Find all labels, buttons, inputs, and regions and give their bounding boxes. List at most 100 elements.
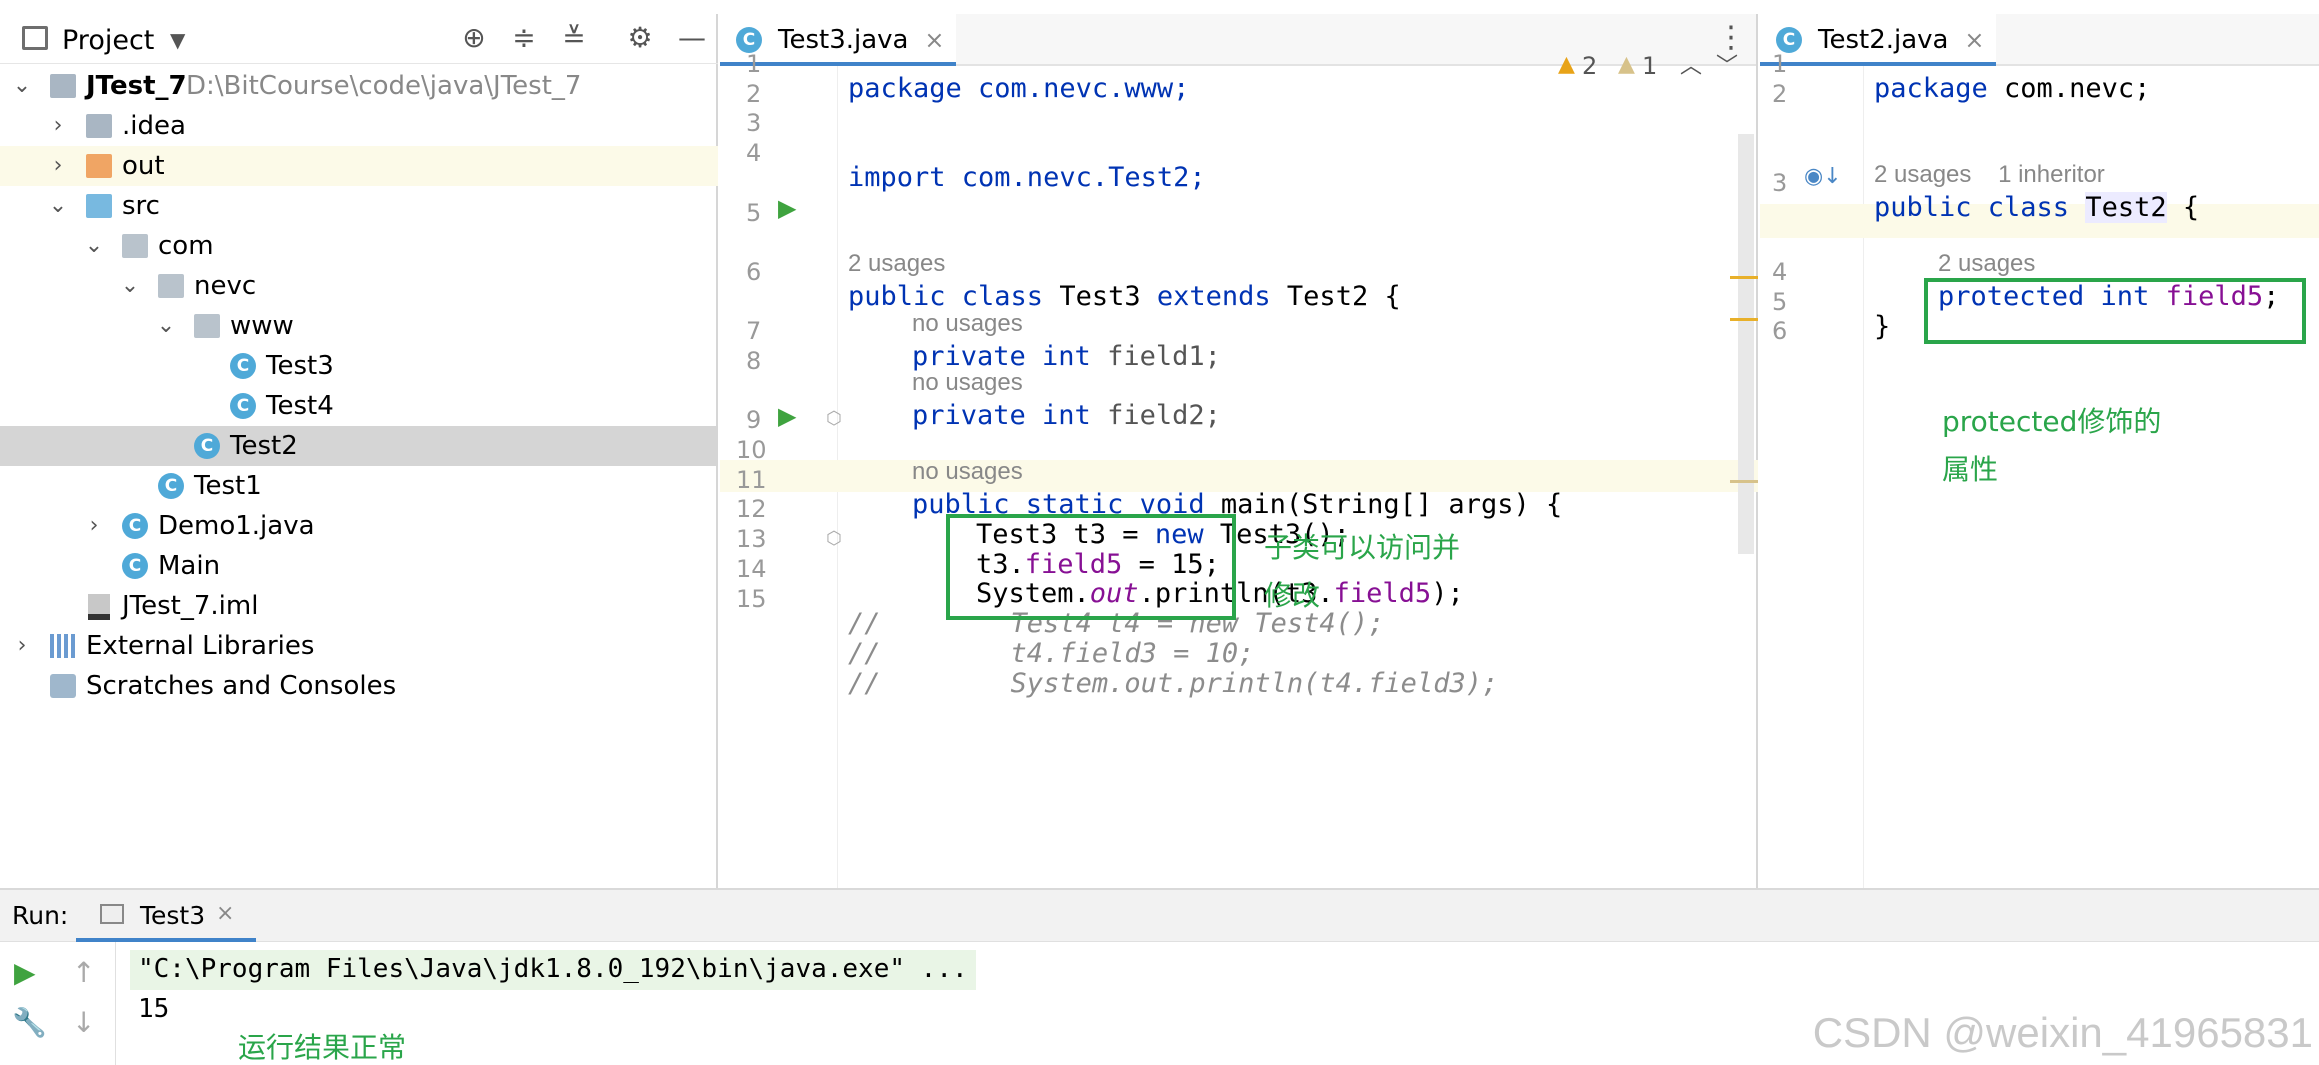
project-title[interactable]: Project — [62, 25, 154, 56]
tree-item-src[interactable]: ⌄ src — [0, 186, 718, 226]
rerun-icon[interactable]: ▶ — [14, 956, 36, 989]
line-number: 7 — [746, 317, 762, 345]
tree-item-test1[interactable]: C Test1 — [0, 466, 718, 506]
warning-stripe[interactable] — [1730, 318, 1758, 321]
line-number: 10 — [736, 436, 767, 464]
implemented-icon[interactable]: ◉↓ — [1804, 164, 1842, 189]
chevron-down-icon[interactable]: ⌄ — [80, 226, 108, 266]
console-output[interactable]: 15 — [138, 994, 169, 1024]
chevron-right-icon[interactable]: › — [80, 506, 108, 546]
code-line-7[interactable]: private int field2; — [912, 399, 1221, 433]
class-icon: C — [122, 513, 148, 539]
run-header: Run: Test3 × — [0, 890, 2319, 942]
usages-hint[interactable]: no usages — [912, 458, 1023, 486]
code-line-3[interactable]: public class Test2 { — [1874, 191, 2199, 225]
tree-item-out[interactable]: › out — [0, 146, 718, 186]
project-panel: Project ▼ ⊕ ≑ ≚ ⚙ — ⌄ JTest_7 D:\BitCour… — [0, 14, 718, 888]
folder-icon — [86, 114, 112, 138]
tree-item-test3[interactable]: C Test3 — [0, 346, 718, 386]
chevron-down-icon[interactable]: ⌄ — [116, 266, 144, 306]
code-line-1[interactable]: package com.nevc.www; — [848, 72, 1189, 106]
fold-icon[interactable]: ⬡ — [826, 408, 842, 429]
tree-item-test2[interactable]: C Test2 — [0, 426, 718, 466]
scratches-icon — [50, 674, 76, 698]
vertical-scrollbar[interactable] — [1738, 134, 1754, 554]
class-icon: C — [122, 553, 148, 579]
wrench-icon[interactable]: 🔧 — [12, 1006, 47, 1039]
tree-item-test4[interactable]: C Test4 — [0, 386, 718, 426]
arrow-down-icon[interactable]: ↓ — [72, 1006, 95, 1039]
weak-warning-icon[interactable]: ▲ — [1618, 52, 1635, 77]
annotation-box — [1924, 278, 2306, 344]
line-number: 4 — [746, 139, 762, 167]
chevron-down-icon[interactable]: ⌄ — [152, 306, 180, 346]
run-icon[interactable]: ▶ — [778, 194, 796, 222]
gear-icon[interactable]: ⚙ — [622, 20, 658, 56]
line-number: 3 — [746, 109, 762, 137]
code-line-1[interactable]: package com.nevc; — [1874, 72, 2150, 106]
line-number: 9 — [746, 406, 762, 434]
code-line-5[interactable]: } — [1874, 310, 1890, 344]
warning-stripe[interactable] — [1730, 276, 1758, 279]
line-number: 14 — [736, 555, 767, 583]
annotation-text: 子类可以访问并 — [1264, 531, 1461, 564]
tree-item-com[interactable]: ⌄ com — [0, 226, 718, 266]
expand-all-icon[interactable]: ≑ — [506, 20, 542, 56]
usages-hint[interactable]: no usages — [912, 369, 1023, 397]
code-line-14[interactable]: // t4.field3 = 10; — [848, 637, 1254, 671]
arrow-up-icon[interactable]: ↑ — [72, 956, 95, 989]
line-number: 13 — [736, 525, 767, 553]
line-number: 1 — [1772, 50, 1788, 78]
tree-item-iml[interactable]: JTest_7.iml — [0, 586, 718, 626]
warning-icon[interactable]: ▲ — [1558, 52, 1575, 77]
annotation-text: 运行结果正常 — [238, 1031, 407, 1064]
close-icon[interactable]: × — [216, 901, 234, 926]
chevron-up-icon[interactable]: ︿ — [1680, 48, 1702, 80]
tree-item-main[interactable]: C Main — [0, 546, 718, 586]
chevron-down-icon[interactable]: ⌄ — [8, 66, 36, 106]
chevron-right-icon[interactable]: › — [8, 626, 36, 666]
usages-hint[interactable]: 2 usages 1 inheritor — [1874, 161, 2105, 189]
close-icon[interactable]: × — [1964, 14, 1984, 66]
usages-hint[interactable]: 2 usages — [848, 250, 945, 278]
tree-item-idea[interactable]: › .idea — [0, 106, 718, 146]
code-line-15[interactable]: // System.out.println(t4.field3); — [848, 667, 1498, 701]
collapse-all-icon[interactable]: ≚ — [556, 20, 592, 56]
tree-item-www[interactable]: ⌄ www — [0, 306, 718, 346]
run-icon[interactable]: ▶ — [778, 402, 796, 430]
chevron-right-icon[interactable]: › — [44, 146, 72, 186]
run-label: Run: — [12, 901, 69, 930]
code-line-3[interactable]: import com.nevc.Test2; — [848, 161, 1206, 195]
chevron-down-icon[interactable]: ﹀ — [1716, 48, 1738, 80]
code-line-5[interactable]: public class Test3 extends Test2 { — [848, 280, 1401, 314]
warning-stripe[interactable] — [1730, 480, 1758, 483]
module-folder-icon — [50, 74, 76, 98]
weak-warning-count: 1 — [1642, 52, 1658, 80]
chevron-down-icon[interactable]: ▼ — [170, 28, 185, 52]
line-number: 6 — [746, 258, 762, 286]
tab-test2-java[interactable]: C Test2.java × — [1760, 14, 1997, 66]
minimize-icon[interactable]: — — [674, 20, 710, 56]
tree-item-jtest7[interactable]: ⌄ JTest_7 D:\BitCourse\code\java\JTest_7 — [0, 66, 718, 106]
tree-item-demo1[interactable]: › C Demo1.java — [0, 506, 718, 546]
class-icon: C — [194, 433, 220, 459]
locate-icon[interactable]: ⊕ — [456, 20, 492, 56]
annotation-box — [946, 514, 1236, 620]
fold-icon[interactable]: ⬡ — [826, 528, 842, 549]
tree-item-external-libraries[interactable]: › External Libraries — [0, 626, 718, 666]
tab-run-test3[interactable]: Test3 × — [76, 890, 256, 942]
usages-hint[interactable]: no usages — [912, 310, 1023, 338]
chevron-right-icon[interactable]: › — [44, 106, 72, 146]
line-number: 6 — [1772, 317, 1788, 345]
iml-file-icon — [88, 594, 110, 620]
tree-item-scratches[interactable]: Scratches and Consoles — [0, 666, 718, 706]
close-icon[interactable]: × — [924, 14, 944, 66]
line-number: 4 — [1772, 258, 1788, 286]
line-number: 5 — [746, 199, 762, 227]
chevron-down-icon[interactable]: ⌄ — [44, 186, 72, 226]
usages-hint[interactable]: 2 usages — [1938, 250, 2035, 278]
tree-item-nevc[interactable]: ⌄ nevc — [0, 266, 718, 306]
line-number: 15 — [736, 585, 767, 613]
line-number: 12 — [736, 495, 767, 523]
console-command[interactable]: "C:\Program Files\Java\jdk1.8.0_192\bin\… — [130, 950, 976, 990]
